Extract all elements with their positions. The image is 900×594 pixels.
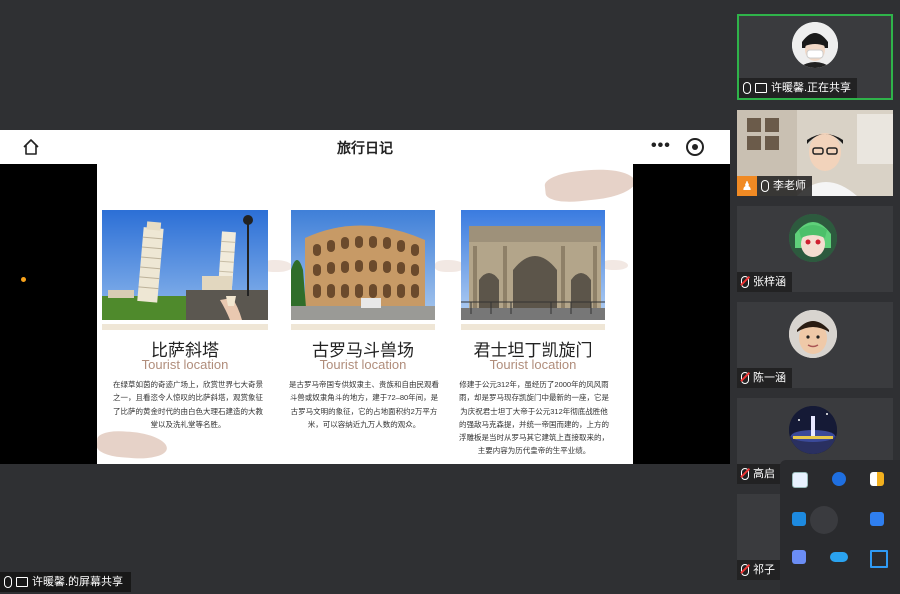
avatar (789, 406, 837, 454)
presentation-slide: 比萨斜塔 Tourist location 在绿草如茵的奇迹广场上，欣赏世界七大… (97, 164, 633, 464)
letterbox-left (0, 164, 97, 464)
participant-label: 张梓涵 (737, 272, 792, 292)
pen-app-icon[interactable] (792, 550, 806, 564)
card-subtitle-arch: Tourist location (489, 357, 577, 372)
microphone-icon (4, 576, 12, 588)
muted-microphone-icon (741, 372, 749, 384)
blurred-app-icon (810, 506, 838, 534)
card-description-arch: 修建于公元312年，虽经历了2000年的风风雨雨，却是罗马现存凯旋门中最新的一座… (459, 380, 609, 456)
card-subtitle-colosseum: Tourist location (319, 357, 407, 372)
bluetooth-icon[interactable] (832, 472, 846, 486)
participant-tile-chenyihan[interactable]: 陈一涵 (737, 302, 893, 388)
screen-share-icon (16, 577, 28, 587)
photo-frame-bar-3 (461, 324, 605, 330)
microphone-icon (761, 180, 769, 192)
muted-microphone-icon (741, 564, 749, 576)
muted-microphone-icon (741, 276, 749, 288)
shared-screen-stage: 旅行日记 ••• 比萨斜塔 Tourist location 在绿草如茵的奇迹广… (0, 0, 730, 594)
card-description-pisa: 在绿草如茵的奇迹广场上，欣赏世界七大奇景之一，且看恣令人惊叹的比萨斜塔，观赏象征… (113, 380, 263, 429)
participant-name: 陈一涵 (753, 372, 786, 384)
participant-name: 张梓涵 (753, 276, 786, 288)
record-target-icon[interactable] (686, 138, 704, 156)
brush-stroke-bottom (97, 429, 168, 461)
participant-name: 李老师 (773, 180, 806, 192)
brush-stroke-top (543, 165, 633, 205)
crop-tool-icon[interactable] (870, 550, 888, 568)
participant-name: 高启 (753, 468, 775, 480)
brush-stroke-mid3 (602, 260, 628, 270)
security-shield-icon[interactable] (870, 472, 884, 486)
feishu-icon[interactable] (870, 512, 884, 526)
window-title: 旅行日记 (337, 140, 393, 156)
card-subtitle-pisa: Tourist location (141, 357, 229, 372)
avatar (789, 310, 837, 358)
colosseum-photo (291, 210, 435, 320)
system-tray-overflow (780, 460, 900, 594)
person-icon: ♟ (737, 176, 757, 196)
participant-tile-zhangzihan[interactable]: 张梓涵 (737, 206, 893, 292)
screen-share-indicator: 许暖馨.的屏幕共享 (0, 572, 132, 592)
screen-share-icon (755, 83, 767, 93)
browser-icon[interactable] (792, 512, 806, 526)
microphone-icon (743, 82, 751, 94)
pointer-dot (21, 277, 26, 282)
shield-app-icon[interactable] (792, 472, 808, 488)
cloud-icon[interactable] (830, 552, 848, 562)
participant-name: 祁子 (753, 564, 775, 576)
letterbox-right (633, 164, 730, 464)
participant-tile-teacher[interactable]: ♟ 李老师 (737, 110, 893, 196)
participant-label: 陈一涵 (737, 368, 792, 388)
photo-frame-bar-1 (102, 324, 268, 330)
pisa-tower-photo (102, 210, 268, 320)
participant-name: 许暖馨.正在共享 (771, 82, 852, 94)
card-description-colosseum: 是古罗马帝国专供奴隶主、贵族和自由民观看斗兽或奴隶角斗的地方，建于72–80年间… (289, 380, 439, 429)
muted-microphone-icon (741, 468, 749, 480)
participant-label: 祁子 (737, 560, 781, 580)
photo-frame-bar-2 (291, 324, 435, 330)
participant-tile-sharer[interactable]: 许暖馨.正在共享 (737, 14, 893, 100)
participant-label: ♟ 李老师 (737, 176, 812, 196)
participant-label: 高启 (737, 464, 781, 484)
screen-share-label: 许暖馨.的屏幕共享 (32, 576, 124, 588)
arch-of-constantine-photo (461, 210, 605, 320)
avatar (792, 22, 838, 68)
participant-label: 许暖馨.正在共享 (739, 78, 858, 98)
more-options-icon[interactable]: ••• (651, 137, 671, 155)
shared-window-header: 旅行日记 ••• (0, 130, 730, 164)
avatar (789, 214, 837, 262)
